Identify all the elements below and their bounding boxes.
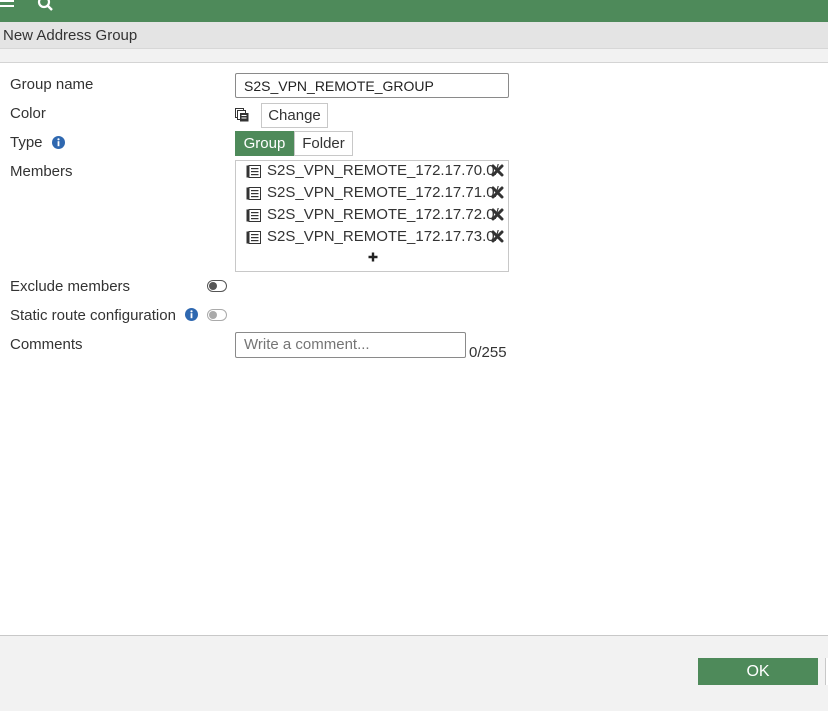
toggle-knob — [209, 311, 217, 319]
type-folder-option[interactable]: Folder — [294, 131, 353, 156]
comment-character-counter: 0/255 — [469, 344, 507, 361]
type-info-icon[interactable] — [52, 136, 65, 149]
group-name-input[interactable] — [235, 73, 509, 98]
address-icon — [246, 231, 261, 244]
exclude-members-label: Exclude members — [10, 278, 131, 295]
static-route-label: Static route configuration — [10, 307, 176, 324]
remove-member-icon[interactable] — [491, 208, 504, 221]
member-item: S2S_VPN_REMOTE_172.17.72.0/ — [236, 205, 508, 227]
form-panel: Group name Color Change Type Group Folde… — [0, 62, 828, 636]
member-name: S2S_VPN_REMOTE_172.17.71.0/ — [267, 184, 499, 201]
comments-label: Comments — [10, 336, 83, 353]
address-icon — [246, 187, 261, 200]
remove-member-icon[interactable] — [491, 164, 504, 177]
member-item: S2S_VPN_REMOTE_172.17.73.0/ — [236, 227, 508, 249]
remove-member-icon[interactable] — [491, 186, 504, 199]
type-group-option[interactable]: Group — [235, 131, 294, 156]
menu-icon[interactable] — [0, 0, 16, 10]
color-palette-icon — [235, 108, 249, 122]
dialog-title-bar: New Address Group — [0, 22, 828, 49]
group-name-label: Group name — [10, 76, 94, 93]
members-label: Members — [10, 163, 73, 180]
search-icon[interactable] — [36, 0, 54, 12]
exclude-members-toggle[interactable] — [207, 280, 227, 292]
member-item: S2S_VPN_REMOTE_172.17.70.0/ — [236, 161, 508, 183]
address-icon — [246, 165, 261, 178]
dialog-title: New Address Group — [3, 27, 138, 44]
color-label: Color — [10, 105, 46, 122]
member-name: S2S_VPN_REMOTE_172.17.70.0/ — [267, 162, 499, 179]
add-member-icon[interactable] — [366, 250, 380, 264]
members-list: S2S_VPN_REMOTE_172.17.70.0/ S2S_VPN_REMO… — [235, 160, 509, 272]
remove-member-icon[interactable] — [491, 230, 504, 243]
toggle-knob — [209, 282, 217, 290]
comments-textarea[interactable] — [235, 332, 466, 358]
member-name: S2S_VPN_REMOTE_172.17.72.0/ — [267, 206, 499, 223]
static-route-info-icon[interactable] — [185, 308, 198, 321]
type-label: Type — [10, 134, 43, 151]
member-item: S2S_VPN_REMOTE_172.17.71.0/ — [236, 183, 508, 205]
static-route-toggle[interactable] — [207, 309, 227, 321]
ok-button[interactable]: OK — [698, 658, 818, 685]
address-icon — [246, 209, 261, 222]
change-color-button[interactable]: Change — [261, 103, 328, 128]
member-name: S2S_VPN_REMOTE_172.17.73.0/ — [267, 228, 499, 245]
top-bar — [0, 0, 828, 22]
